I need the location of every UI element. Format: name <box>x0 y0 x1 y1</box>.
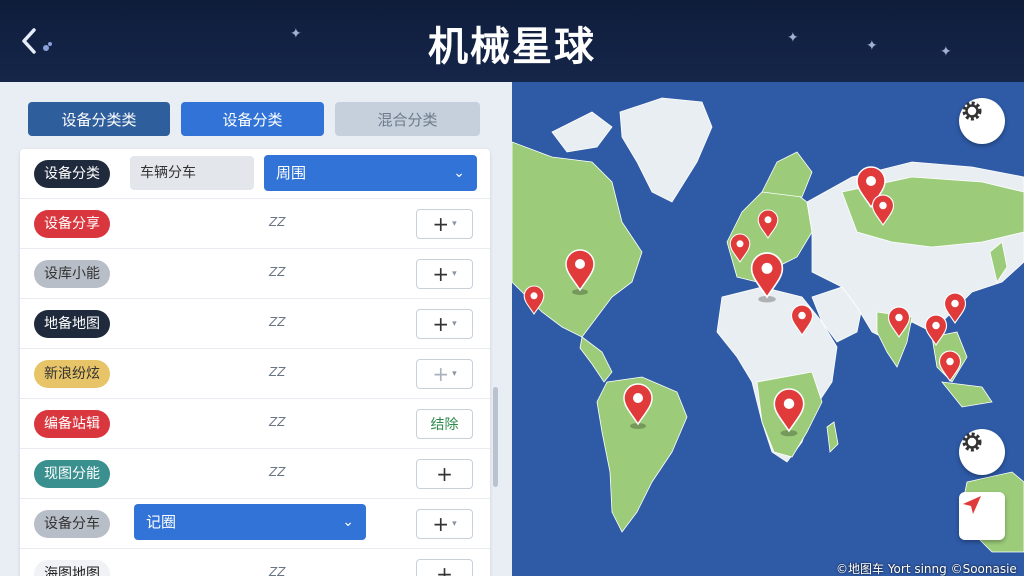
caret-icon: ▾ <box>452 219 457 229</box>
add-button[interactable]: + ▾ <box>416 359 473 389</box>
row-glyph: ZZ <box>269 315 286 329</box>
category-chip[interactable]: 编备站辑 <box>34 410 110 438</box>
vehicle-field[interactable]: 车辆分车 <box>130 156 254 190</box>
caret-icon: ▾ <box>452 319 457 329</box>
map-settings-button[interactable] <box>959 429 1005 475</box>
row-glyph: ZZ <box>269 465 286 479</box>
list-item: 设备分车 记圈 ⌄ + ▾ <box>20 499 490 549</box>
row-glyph: ZZ <box>269 415 286 429</box>
map-select-value: 记圈 <box>146 513 177 531</box>
settings-gear-button[interactable] <box>959 98 1005 144</box>
category-chip[interactable]: 设备分享 <box>34 210 110 238</box>
add-button[interactable]: + ▾ <box>416 259 473 289</box>
category-chip[interactable]: 新浪纷炫 <box>34 360 110 388</box>
page-title: 机械星球 <box>428 24 596 70</box>
plus-icon: + <box>432 262 450 286</box>
caret-icon: ▾ <box>452 519 457 529</box>
plus-icon: + <box>432 512 450 536</box>
category-chip[interactable]: 设库小能 <box>34 260 110 288</box>
location-pin-icon <box>943 292 967 325</box>
plus-icon: + <box>436 462 453 486</box>
plus-icon: + <box>432 312 450 336</box>
category-chip[interactable]: 设备分车 <box>34 510 110 538</box>
category-chip[interactable]: 现图分能 <box>34 460 110 488</box>
add-button[interactable]: + ▾ <box>416 309 473 339</box>
device-panel: 设备分类类 设备分类 混合分类 设备分类 车辆分车 周围 ⌄ 设备分享 ZZ +… <box>0 82 512 576</box>
app-header: ✦ ✦ ✦ ✦ 机械星球 <box>0 0 1024 82</box>
add-button[interactable]: + <box>416 459 473 489</box>
gear-icon <box>962 432 982 452</box>
row-glyph: ZZ <box>269 265 286 279</box>
remove-button[interactable]: 结除 <box>416 409 473 439</box>
plus-icon: + <box>432 212 450 236</box>
list-item: 设备分类 车辆分车 周围 ⌄ <box>20 149 490 199</box>
tab-device-category-2[interactable]: 设备分类 <box>181 102 324 136</box>
location-pin-icon <box>938 350 962 383</box>
add-button[interactable]: + <box>416 559 473 576</box>
world-map[interactable]: ©地图车 Yort sinng ©Soonasie <box>512 82 1024 576</box>
list-item: 海图地图 ZZ + <box>20 549 490 576</box>
category-chip[interactable]: 设备分类 <box>34 160 110 188</box>
list-item: 编备站辑 ZZ 结除 <box>20 399 490 449</box>
chevron-down-icon: ⌄ <box>342 514 354 530</box>
row-glyph: ZZ <box>269 565 286 576</box>
tab-device-category-1[interactable]: 设备分类类 <box>28 102 170 136</box>
map-attribution: ©地图车 Yort sinng ©Soonasie <box>836 562 1017 576</box>
row-glyph: ZZ <box>269 365 286 379</box>
list-scrollbar[interactable] <box>493 387 498 487</box>
row-glyph: ZZ <box>269 215 286 229</box>
list-item: 地备地图 ZZ + ▾ <box>20 299 490 349</box>
category-tabs: 设备分类类 设备分类 混合分类 <box>28 102 480 138</box>
plus-icon: + <box>436 562 453 576</box>
caret-icon: ▾ <box>452 369 457 379</box>
add-button[interactable]: + ▾ <box>416 509 473 539</box>
map-select[interactable]: 记圈 ⌄ <box>134 504 366 540</box>
navigate-button[interactable] <box>959 492 1005 540</box>
chevron-down-icon: ⌄ <box>453 165 465 181</box>
map-land-layer <box>512 97 1024 553</box>
area-select-value: 周围 <box>276 164 307 182</box>
device-list: 设备分类 车辆分车 周围 ⌄ 设备分享 ZZ + ▾ 设库小能 ZZ + ▾ 地备地… <box>20 149 490 576</box>
list-item: 新浪纷炫 ZZ + ▾ <box>20 349 490 399</box>
list-item: 现图分能 ZZ + <box>20 449 490 499</box>
tab-mixed-category[interactable]: 混合分类 <box>335 102 480 136</box>
category-chip[interactable]: 地备地图 <box>34 310 110 338</box>
list-item: 设库小能 ZZ + ▾ <box>20 249 490 299</box>
navigation-arrow-icon <box>963 496 981 514</box>
list-item: 设备分享 ZZ + ▾ <box>20 199 490 249</box>
gear-icon <box>962 101 982 121</box>
caret-icon: ▾ <box>452 269 457 279</box>
plus-icon: + <box>432 362 450 386</box>
area-select[interactable]: 周围 ⌄ <box>264 155 477 191</box>
add-button[interactable]: + ▾ <box>416 209 473 239</box>
category-chip[interactable]: 海图地图 <box>34 560 110 576</box>
